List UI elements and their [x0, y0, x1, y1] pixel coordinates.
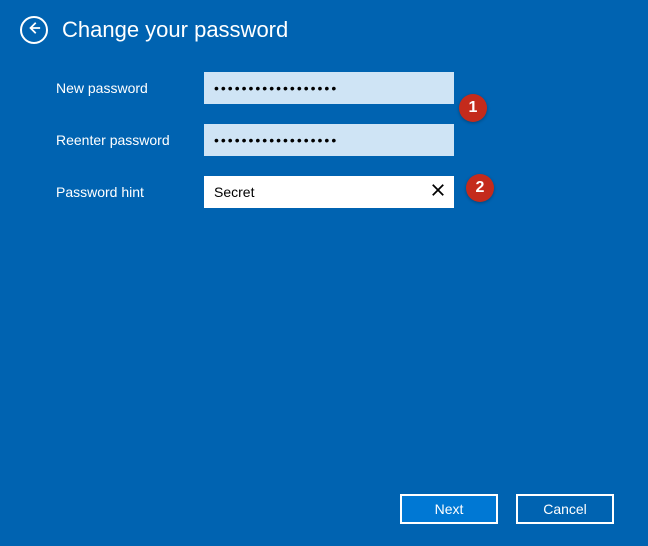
arrow-left-icon: [27, 21, 41, 40]
reenter-password-input[interactable]: [204, 124, 454, 156]
next-button[interactable]: Next: [400, 494, 498, 524]
cancel-button[interactable]: Cancel: [516, 494, 614, 524]
back-button[interactable]: [20, 16, 48, 44]
password-hint-label: Password hint: [56, 184, 204, 200]
reenter-password-label: Reenter password: [56, 132, 204, 148]
new-password-label: New password: [56, 80, 204, 96]
close-icon: [431, 183, 445, 202]
password-hint-input[interactable]: [204, 176, 454, 208]
clear-hint-button[interactable]: [426, 180, 450, 204]
new-password-input[interactable]: [204, 72, 454, 104]
page-title: Change your password: [62, 17, 288, 43]
annotation-badge-2: 2: [466, 174, 494, 202]
form-area: New password Reenter password Password h…: [0, 52, 648, 208]
annotation-badge-1: 1: [459, 94, 487, 122]
